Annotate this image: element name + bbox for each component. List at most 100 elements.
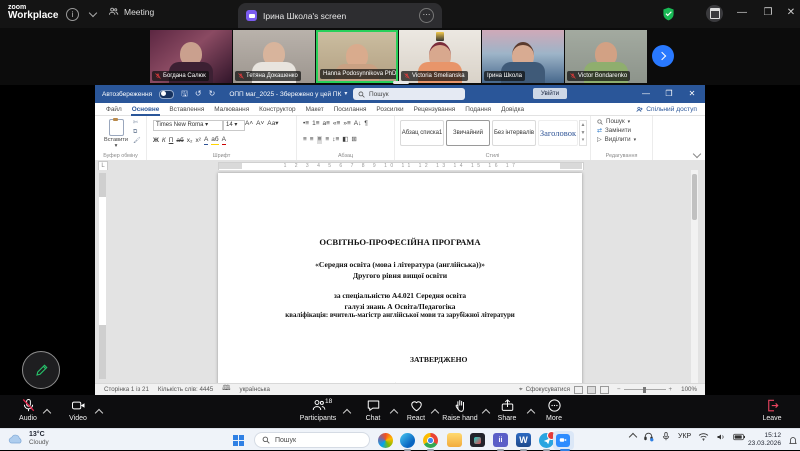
- paste-button[interactable]: Вставити ▾: [103, 119, 129, 149]
- document-scrollbar[interactable]: [691, 170, 698, 383]
- filmstrip-handle[interactable]: [393, 81, 409, 84]
- zoom-percentage[interactable]: 100%: [681, 386, 697, 393]
- tab-layout[interactable]: Макет: [301, 103, 329, 116]
- word-restore-button[interactable]: ❐: [658, 85, 680, 103]
- tab-draw[interactable]: Малювання: [209, 103, 254, 116]
- zoom-slider-thumb[interactable]: [643, 387, 646, 393]
- notifications-bell-icon[interactable]: [788, 435, 798, 446]
- italic-icon[interactable]: К: [162, 137, 166, 145]
- web-layout-icon[interactable]: [600, 386, 609, 394]
- minimize-button[interactable]: —: [732, 0, 752, 26]
- tab-help[interactable]: Довідка: [496, 103, 529, 116]
- tab-screen-share[interactable]: Ірина Школа's screen ⋯: [238, 3, 442, 28]
- taskbar-search[interactable]: Пошук: [254, 432, 370, 448]
- align-justify-icon[interactable]: ≡: [317, 136, 323, 144]
- video-tile[interactable]: Ірина Школа: [482, 30, 564, 83]
- sort-icon[interactable]: А↓: [354, 120, 362, 128]
- wifi-icon[interactable]: [698, 432, 709, 441]
- line-spacing-icon[interactable]: ↕≡: [332, 136, 339, 144]
- zoom-slider[interactable]: − +: [617, 386, 672, 393]
- multilevel-list-icon[interactable]: а≡: [323, 120, 330, 128]
- save-icon[interactable]: 🖫: [181, 90, 188, 98]
- highlight-icon[interactable]: аб: [211, 136, 218, 145]
- read-mode-icon[interactable]: [574, 386, 583, 394]
- tab-view[interactable]: Подання: [460, 103, 496, 116]
- shading-icon[interactable]: ◧: [342, 136, 348, 144]
- superscript-icon[interactable]: х²: [196, 137, 201, 145]
- start-button[interactable]: [233, 435, 244, 446]
- pilcrow-icon[interactable]: ¶: [364, 120, 368, 128]
- close-button[interactable]: ✕: [782, 0, 800, 26]
- numbering-icon[interactable]: 1≡: [312, 120, 319, 128]
- chrome-icon[interactable]: [423, 433, 438, 448]
- tab-insert[interactable]: Вставлення: [164, 103, 209, 116]
- tab-mailings[interactable]: Розсилки: [371, 103, 408, 116]
- hidden-icons-chevron[interactable]: [629, 432, 637, 440]
- styles-gallery-scroll[interactable]: ▲▼▾: [579, 120, 587, 146]
- copilot-icon[interactable]: [378, 433, 393, 448]
- find-button[interactable]: Пошук▾: [597, 118, 652, 125]
- page-indicator[interactable]: Сторінка 1 із 21: [104, 386, 149, 393]
- participants-button[interactable]: 18 Participants: [292, 398, 344, 422]
- view-layout-icon[interactable]: [706, 5, 723, 22]
- text-effects-icon[interactable]: А: [204, 136, 208, 145]
- outdent-icon[interactable]: «≡: [333, 120, 340, 128]
- taskbar-clock[interactable]: 15:12 23.03.2026: [748, 432, 781, 448]
- borders-icon[interactable]: ⊞: [351, 136, 356, 144]
- info-icon[interactable]: i: [66, 8, 79, 21]
- video-tile[interactable]: Тетяна Докашенко: [233, 30, 315, 83]
- grow-font-icon[interactable]: А˄: [245, 120, 253, 128]
- weather-widget[interactable]: 13°C Cloudy: [8, 431, 49, 446]
- sign-in-button[interactable]: Увійти: [533, 88, 567, 99]
- zoom-out-icon[interactable]: −: [617, 386, 621, 393]
- cut-icon[interactable]: ✄: [133, 120, 141, 127]
- subscript-icon[interactable]: х₂: [187, 137, 193, 145]
- share-document-button[interactable]: Спільний доступ: [636, 106, 697, 113]
- teams-icon[interactable]: ii: [493, 433, 508, 447]
- zoom-in-icon[interactable]: +: [669, 386, 673, 393]
- word-close-button[interactable]: ✕: [681, 85, 703, 103]
- scrollbar-thumb[interactable]: [692, 174, 697, 220]
- underline-icon[interactable]: П: [169, 137, 174, 145]
- redo-icon[interactable]: ↻: [209, 90, 216, 98]
- security-shield-icon[interactable]: [662, 7, 675, 21]
- style-normal-selected[interactable]: Звичайний: [446, 120, 490, 146]
- video-tile[interactable]: Victor Bondarenko: [565, 30, 647, 83]
- video-options-chevron[interactable]: [95, 409, 103, 417]
- language-indicator[interactable]: українська: [240, 386, 270, 393]
- tab-design[interactable]: Конструктор: [254, 103, 300, 116]
- tab-options-icon[interactable]: ⋯: [419, 8, 434, 23]
- replace-button[interactable]: ⇄ Замінити: [597, 127, 652, 134]
- font-size-select[interactable]: 14 ▾: [223, 120, 245, 131]
- align-center-icon[interactable]: ≡: [310, 136, 314, 144]
- tab-review[interactable]: Рецензування: [409, 103, 461, 116]
- align-left-icon[interactable]: ≡: [303, 136, 307, 144]
- focus-mode-button[interactable]: ⌖ Сфокусуватися: [519, 386, 570, 394]
- video-tile-active-speaker[interactable]: Hanna Podosynnikova PhD: [316, 30, 398, 83]
- style-list-paragraph[interactable]: Абзац списка1: [400, 120, 444, 146]
- volume-icon[interactable]: [716, 432, 726, 442]
- title-dropdown-icon[interactable]: ▾: [344, 91, 347, 97]
- word-icon[interactable]: W: [516, 433, 531, 447]
- proofing-icon[interactable]: 🕮: [222, 384, 230, 395]
- autosave-toggle[interactable]: [159, 90, 174, 99]
- shrink-font-icon[interactable]: А˅: [256, 120, 264, 128]
- strikethrough-icon[interactable]: аб: [176, 137, 183, 145]
- change-case-icon[interactable]: Аа▾: [267, 120, 278, 128]
- print-layout-icon[interactable]: [587, 386, 596, 394]
- tab-file[interactable]: Файл: [101, 103, 127, 116]
- keyboard-language[interactable]: УКР: [678, 433, 691, 440]
- copy-icon[interactable]: ⧉: [133, 129, 141, 136]
- undo-icon[interactable]: ↺: [195, 90, 202, 98]
- style-no-spacing[interactable]: Без інтервалів: [492, 120, 536, 146]
- font-color-icon[interactable]: А: [222, 136, 226, 145]
- chevron-down-icon[interactable]: [89, 9, 97, 17]
- tray-mic-icon[interactable]: [661, 431, 671, 442]
- audio-options-chevron[interactable]: [43, 409, 51, 417]
- headset-icon[interactable]: [643, 431, 654, 442]
- annotate-button[interactable]: [22, 351, 60, 389]
- document-title[interactable]: ОПП маг_2025 - Збережено у цей ПК: [229, 91, 341, 98]
- next-videos-button[interactable]: [652, 45, 674, 67]
- style-heading[interactable]: Заголовок: [538, 120, 578, 146]
- raise-hand-button[interactable]: Raise hand: [434, 398, 486, 422]
